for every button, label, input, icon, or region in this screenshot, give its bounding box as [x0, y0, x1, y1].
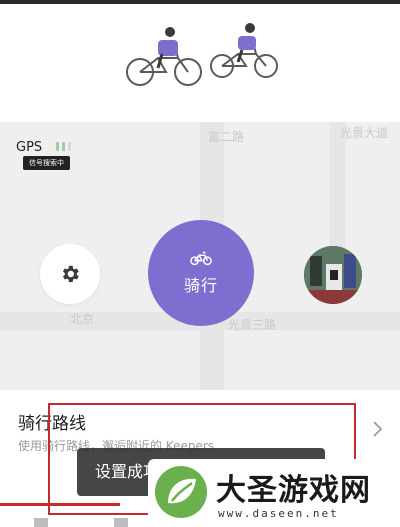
tabbar-stub — [34, 518, 48, 527]
chevron-right-icon[interactable] — [372, 420, 384, 438]
annotation-line — [0, 503, 120, 506]
tabbar-stub — [114, 518, 128, 527]
map-label: 光景大道 — [340, 126, 389, 140]
gear-icon — [62, 265, 79, 283]
settings-button[interactable] — [40, 244, 100, 304]
start-ride-label: 骑行 — [183, 276, 218, 295]
map-road — [330, 122, 346, 262]
start-ride-button[interactable]: 骑行 — [148, 220, 254, 326]
map-label: 光景三路 — [228, 318, 277, 332]
avatar[interactable] — [304, 246, 362, 304]
gps-tooltip: 信号搜索中 — [23, 156, 70, 170]
map-label: 北京 — [70, 312, 95, 326]
avatar-image — [304, 246, 362, 304]
map-label: 富二路 — [208, 130, 245, 144]
bicycle-icon — [190, 251, 212, 266]
gps-signal-icon — [56, 142, 71, 151]
hero-banner — [0, 4, 400, 122]
leaf-logo-icon — [155, 466, 207, 518]
watermark-title: 大圣游戏网 — [216, 473, 371, 508]
cyclists-illustration — [126, 23, 278, 86]
gps-label: GPS — [16, 140, 43, 155]
watermark-url: www.daseen.net — [218, 507, 339, 520]
